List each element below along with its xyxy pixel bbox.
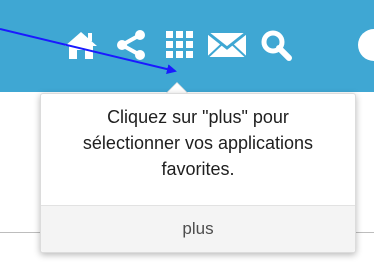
home-icon[interactable] <box>62 28 100 62</box>
popover-message-line-3: favorites. <box>161 159 235 179</box>
user-avatar-icon[interactable] <box>355 28 374 62</box>
share-icon[interactable] <box>113 28 149 62</box>
plus-button[interactable]: plus <box>41 205 355 252</box>
top-navigation-bar <box>0 0 374 92</box>
popover-message: Cliquez sur "plus" pour sélectionner vos… <box>41 104 355 182</box>
search-icon[interactable] <box>256 28 296 62</box>
popover-message-line-2: sélectionner vos applications <box>82 133 314 153</box>
popover-message-line-1: Cliquez sur "plus" pour <box>107 107 289 127</box>
mail-icon[interactable] <box>204 28 250 62</box>
favorites-apps-popover: Cliquez sur "plus" pour sélectionner vos… <box>40 93 356 253</box>
page-divider-left <box>0 232 40 233</box>
plus-button-label: plus <box>182 219 214 238</box>
page-divider-right <box>354 232 374 233</box>
apps-grid-icon[interactable] <box>163 28 197 62</box>
